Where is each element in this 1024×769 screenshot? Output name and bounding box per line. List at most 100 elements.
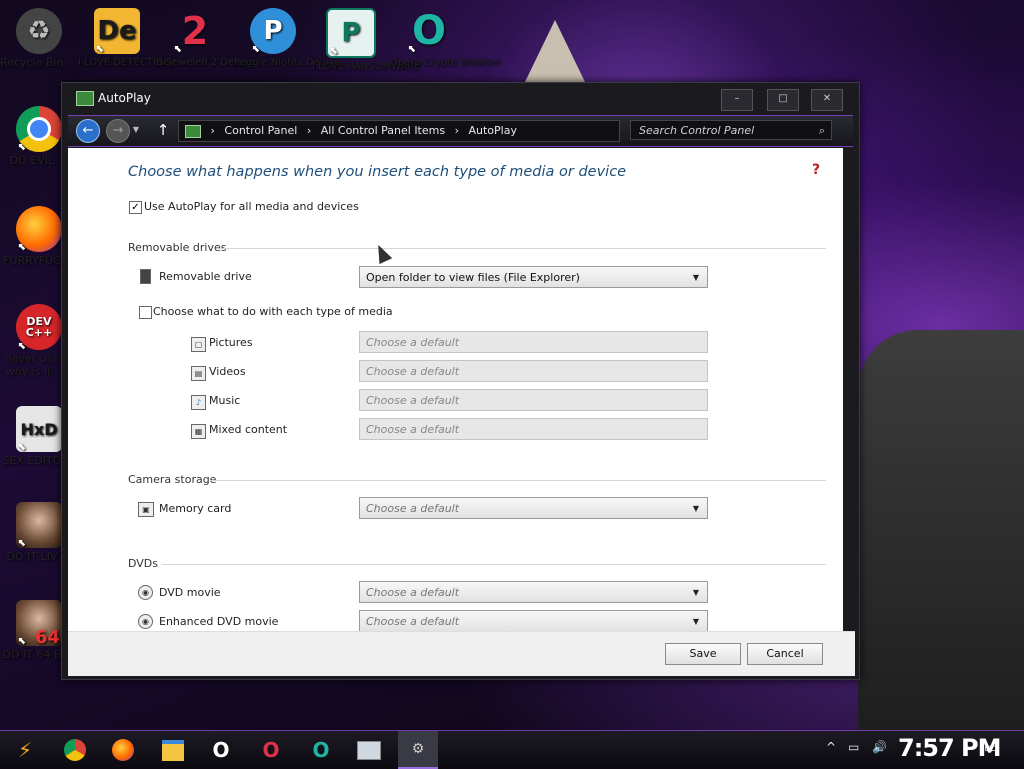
taskbar-monitor-app-icon[interactable]	[354, 735, 384, 765]
desktop-icon-ransomware[interactable]: P ⬉ I LOVE RANSOMWARE	[312, 8, 421, 72]
desktop-icon-detecting[interactable]: De ⬉ I LOVE DETECTING	[78, 8, 171, 68]
breadcrumb-separator-icon: ›	[454, 124, 459, 137]
each-media-type-label: Choose what to do with each type of medi…	[153, 305, 393, 318]
volume-icon[interactable]: 🔊	[872, 740, 887, 754]
notification-icon[interactable]: ▭	[984, 740, 997, 756]
opera-crypto-icon: O ⬉	[408, 7, 446, 56]
mixed-content-select[interactable]: Choose a default	[359, 418, 708, 440]
dvd-movie-label: DVD movie	[159, 586, 221, 599]
control-panel-icon	[185, 124, 201, 138]
back-arrow-icon[interactable]: ←	[76, 119, 100, 143]
music-select[interactable]: Choose a default	[359, 389, 708, 411]
navigation-bar: ← → ▼ ↑ › Control Panel › All Control Pa…	[68, 115, 853, 147]
breadcrumb-control-panel[interactable]: Control Panel	[224, 124, 297, 137]
dvd-movie-select[interactable]: Choose a default ▼	[359, 581, 708, 603]
chevron-down-icon: ▼	[692, 504, 699, 513]
start-button-icon[interactable]: ⚡	[10, 735, 40, 765]
recycle-bin-icon: ♻	[16, 8, 62, 54]
wallpaper-ear	[525, 20, 585, 82]
enhanced-dvd-movie-select[interactable]: Choose a default ▼	[359, 610, 708, 631]
taskbar-firefox-icon[interactable]	[108, 735, 138, 765]
search-input[interactable]: Search Control Panel ⌕	[630, 120, 832, 140]
desktop-icon-bejeweled[interactable]: 2 ⬉ Bejeweled 2 Deluxe	[156, 8, 255, 69]
portrait-64-icon: 64 ⬉	[16, 600, 62, 647]
section-divider	[220, 248, 826, 249]
up-arrow-icon[interactable]: ↑	[152, 119, 174, 141]
section-camera-storage: Camera storage	[128, 473, 828, 486]
removable-drive-icon	[140, 269, 151, 284]
desktop-icon-opera-crypto[interactable]: O ⬉ Opera Crypto Browser	[390, 7, 501, 69]
memory-card-select[interactable]: Choose a default ▼	[359, 497, 708, 519]
videos-select[interactable]: Choose a default	[359, 360, 708, 382]
taskbar-opera-gx-icon[interactable]: O	[256, 735, 286, 765]
publisher-icon: P ⬉	[326, 8, 376, 58]
pictures-icon: ▢	[191, 337, 206, 352]
removable-drive-label: Removable drive	[159, 270, 252, 283]
mixed-content-icon: ▦	[191, 424, 206, 439]
section-removable-drives: Removable drives	[128, 241, 828, 254]
network-icon[interactable]: ▭	[848, 740, 859, 754]
breadcrumb-separator-icon: ›	[306, 124, 312, 137]
forward-arrow-icon[interactable]: →	[106, 119, 130, 143]
maximize-button[interactable]: □	[767, 89, 799, 111]
videos-icon: ▤	[191, 366, 206, 381]
pictures-label: Pictures	[209, 336, 253, 349]
autoplay-content: Choose what happens when you insert each…	[68, 148, 843, 631]
each-media-type-checkbox[interactable]	[139, 306, 152, 319]
music-label: Music	[209, 394, 241, 407]
desktop-icon-peggle[interactable]: P ⬉ Peggle Nights Deluxe	[234, 8, 341, 68]
minimize-button[interactable]: –	[721, 89, 753, 111]
firefox-icon: ⬉	[16, 206, 62, 253]
use-autoplay-label: Use AutoPlay for all media and devices	[144, 200, 359, 213]
portrait-icon: ⬉	[16, 502, 62, 549]
mixed-content-label: Mixed content	[209, 423, 288, 436]
page-heading: Choose what happens when you insert each…	[128, 164, 627, 180]
chevron-down-icon: ▼	[692, 588, 699, 597]
memory-card-icon: ▣	[138, 502, 154, 517]
taskbar-chrome-icon[interactable]	[60, 735, 90, 765]
chrome-icon: ⬉	[16, 106, 62, 153]
taskbar-control-panel-icon[interactable]: ⚙	[398, 731, 438, 769]
pictures-select[interactable]: Choose a default	[359, 331, 708, 353]
de-app-icon: De ⬉	[94, 8, 140, 55]
save-button[interactable]: Save	[665, 643, 741, 665]
breadcrumb-all-items[interactable]: All Control Panel Items	[321, 124, 445, 137]
close-button[interactable]: ✕	[811, 89, 843, 111]
taskbar-file-explorer-icon[interactable]	[158, 735, 188, 765]
wallpaper-character	[858, 330, 1024, 730]
section-divider	[162, 564, 826, 565]
tray-chevron-icon[interactable]: ^	[826, 740, 836, 754]
dvd-movie-icon: ◉	[138, 585, 153, 600]
breadcrumb-separator-icon: ›	[210, 124, 215, 137]
taskbar-opera-crypto-icon[interactable]: O	[306, 735, 336, 765]
autoplay-window-icon	[76, 91, 94, 106]
chevron-down-icon: ▼	[692, 273, 699, 282]
dialog-footer: Save Cancel	[68, 631, 855, 676]
autoplay-window: AutoPlay – □ ✕ ← → ▼ ↑ › Control Panel ›…	[61, 82, 860, 680]
section-divider	[210, 480, 826, 481]
bejeweled-icon: 2 ⬉	[174, 8, 209, 56]
desktop-icon-recycle-bin[interactable]: ♻ Recycle Bin	[0, 8, 78, 69]
section-dvds: DVDs	[128, 557, 828, 570]
dev-cpp-icon: DEV C++ ⬉	[16, 304, 62, 352]
removable-drive-select[interactable]: Open folder to view files (File Explorer…	[359, 266, 708, 288]
recent-pages-chevron-icon[interactable]: ▼	[130, 119, 142, 141]
enhanced-dvd-icon: ◉	[138, 614, 153, 629]
address-bar[interactable]: › Control Panel › All Control Panel Item…	[178, 120, 620, 142]
search-icon[interactable]: ⌕	[819, 121, 825, 141]
cancel-button[interactable]: Cancel	[747, 643, 823, 665]
memory-card-label: Memory card	[159, 502, 232, 515]
music-icon: ♪	[191, 395, 206, 410]
taskbar: ⚡ O O O ⚙ ^ ▭ 🔊 7:57 PM ▭	[0, 730, 1024, 769]
hxd-icon: HxD ⬉	[16, 406, 62, 453]
taskbar-opera-icon[interactable]: O	[206, 735, 236, 765]
enhanced-dvd-movie-label: Enhanced DVD movie	[159, 615, 279, 628]
window-titlebar[interactable]: AutoPlay – □ ✕	[62, 83, 859, 113]
breadcrumb-autoplay[interactable]: AutoPlay	[469, 124, 517, 137]
window-title: AutoPlay	[98, 91, 151, 105]
peggle-icon: P ⬉	[250, 8, 296, 55]
videos-label: Videos	[209, 365, 246, 378]
help-icon[interactable]: ?	[812, 162, 820, 178]
chevron-down-icon: ▼	[692, 617, 699, 626]
use-autoplay-checkbox[interactable]: ✓	[129, 201, 142, 214]
